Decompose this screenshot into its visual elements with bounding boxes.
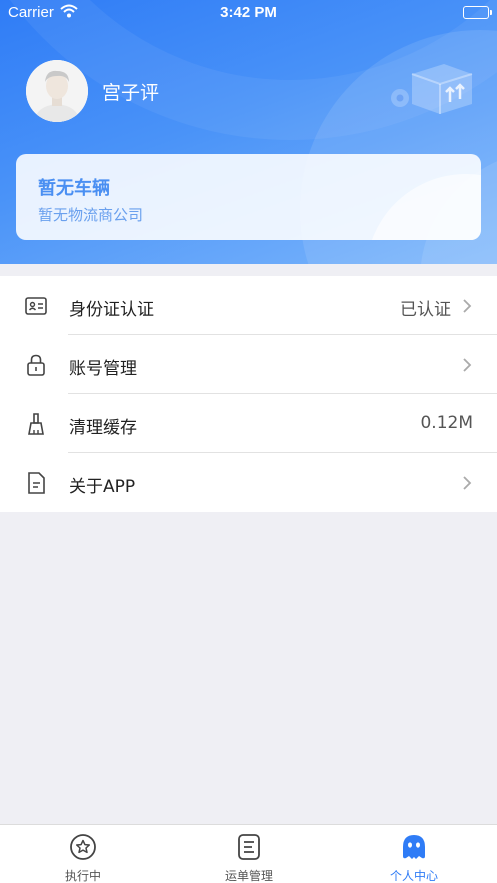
menu-label: 清理缓存	[69, 418, 137, 438]
tab-in-progress[interactable]: 执行中	[0, 825, 166, 883]
chevron-right-icon	[461, 356, 473, 374]
card-decoration	[366, 174, 481, 240]
waybill-icon	[235, 833, 263, 861]
avatar[interactable]	[26, 60, 88, 122]
package-icon	[388, 54, 476, 118]
tab-label: 执行中	[64, 869, 101, 883]
menu-label: 身份证认证	[69, 300, 154, 320]
tab-label: 运单管理	[224, 869, 273, 883]
cache-size: 0.12M	[420, 413, 473, 433]
person-blob-icon	[400, 833, 428, 861]
tab-profile[interactable]: 个人中心	[331, 825, 497, 883]
menu-label: 账号管理	[69, 359, 137, 379]
star-circle-icon	[69, 833, 97, 861]
chevron-right-icon	[461, 474, 473, 492]
battery-icon	[463, 6, 492, 19]
lock-icon	[24, 353, 48, 377]
verification-status: 已认证	[400, 300, 451, 320]
settings-menu: 身份证认证 已认证 账号管理 清理缓存 0.12M 关于APP	[0, 276, 497, 512]
tab-bar: 执行中 运单管理 个人中心	[0, 824, 497, 883]
menu-item-about-app[interactable]: 关于APP	[0, 453, 497, 512]
user-name: 宫子评	[102, 82, 160, 104]
id-card-icon	[24, 294, 48, 318]
menu-label: 关于APP	[69, 477, 136, 497]
broom-icon	[24, 412, 48, 436]
document-icon	[24, 471, 48, 495]
vehicle-card[interactable]: 暂无车辆 暂无物流商公司	[16, 154, 481, 240]
chevron-right-icon	[461, 297, 473, 315]
tab-waybill-management[interactable]: 运单管理	[166, 825, 332, 883]
vehicle-title: 暂无车辆	[38, 178, 110, 199]
status-bar: Carrier 3:42 PM	[0, 0, 497, 26]
menu-item-id-verification[interactable]: 身份证认证 已认证	[0, 276, 497, 335]
vehicle-company: 暂无物流商公司	[38, 206, 144, 224]
profile-header: Carrier 3:42 PM 宫子评 暂无车辆 暂无物流商公司	[0, 0, 497, 264]
tab-label: 个人中心	[389, 869, 438, 883]
menu-item-clear-cache[interactable]: 清理缓存 0.12M	[0, 394, 497, 453]
clock: 3:42 PM	[220, 4, 277, 21]
menu-item-account-management[interactable]: 账号管理	[0, 335, 497, 394]
